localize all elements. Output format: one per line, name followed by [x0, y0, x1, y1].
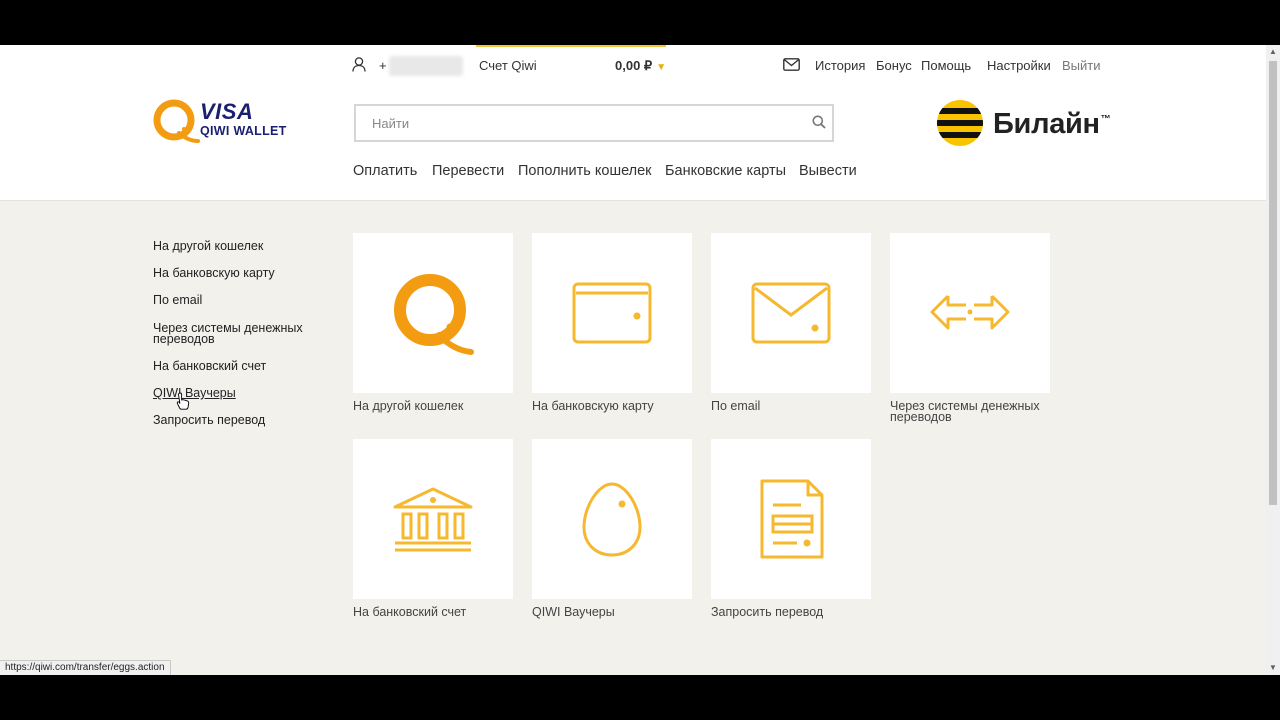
tile-label: На банковский счет [353, 605, 467, 619]
tile-box [532, 439, 692, 599]
masked-phone-number [389, 56, 463, 76]
bank-icon [393, 487, 473, 552]
search-input[interactable] [356, 106, 792, 140]
search-box [354, 104, 834, 142]
tab-transfer[interactable]: Перевести [432, 163, 504, 179]
envelope-icon [751, 282, 831, 344]
beeline-logo[interactable]: Билайн™ [936, 99, 1111, 149]
tile-label: По email [711, 399, 761, 413]
tile-wallet[interactable]: На другой кошелек [353, 233, 513, 412]
beeline-text: Билайн™ [993, 108, 1111, 140]
sidebar-item-wallet[interactable]: На другой кошелек [153, 240, 263, 253]
page-header: + Счет Qiwi 0,00 ₽ ▼ История Бонус Помощь… [0, 45, 1266, 317]
top-accent-line [476, 45, 666, 47]
tile-label: На другой кошелек [353, 399, 464, 413]
tile-email[interactable]: По email [711, 233, 871, 412]
tile-bank-card[interactable]: На банковскую карту [532, 233, 692, 412]
tile-label: QIWI Ваучеры [532, 605, 615, 619]
tab-topup[interactable]: Пополнить кошелек [518, 163, 652, 179]
link-settings[interactable]: Настройки [987, 58, 1051, 73]
tile-label: Запросить перевод [711, 605, 824, 619]
link-history[interactable]: История [815, 58, 865, 73]
exchange-arrows-icon [930, 294, 1010, 330]
caret-down-icon: ▼ [656, 62, 667, 73]
scroll-up-icon[interactable]: ▲ [1269, 47, 1277, 56]
tile-box [711, 439, 871, 599]
card-icon [572, 282, 652, 344]
top-bar: + Счет Qiwi 0,00 ₽ ▼ История Бонус Помощь… [0, 45, 1266, 87]
link-help[interactable]: Помощь [921, 58, 971, 73]
tile-label: Через системы денежных переводов [890, 399, 1040, 424]
egg-icon [582, 482, 642, 557]
tile-box [711, 233, 871, 393]
status-bar-url: https://qiwi.com/transfer/eggs.action [0, 660, 171, 675]
qiwi-logo-icon [394, 274, 474, 355]
link-bonus[interactable]: Бонус [876, 58, 912, 73]
user-icon[interactable] [352, 57, 366, 75]
sidebar-item-money-transfer-systems[interactable]: Через системы денежных переводов [153, 322, 313, 346]
sidebar-item-vouchers[interactable]: QIWI Ваучеры [153, 387, 236, 400]
tile-box [532, 233, 692, 393]
link-logout[interactable]: Выйти [1062, 58, 1101, 73]
sidebar-item-request-transfer[interactable]: Запросить перевод [153, 414, 265, 427]
beeline-ball-icon [937, 100, 983, 146]
qiwi-logo-icon [153, 99, 200, 143]
tile-money-transfer-systems[interactable]: Через системы денежных переводов [890, 233, 1050, 423]
tile-box [353, 439, 513, 599]
tile-bank-account[interactable]: На банковский счет [353, 439, 513, 618]
sidebar-item-email[interactable]: По email [153, 294, 202, 307]
tab-withdraw[interactable]: Вывести [799, 163, 857, 179]
visa-text: VISA [200, 99, 254, 124]
search-icon[interactable] [812, 115, 826, 134]
tab-pay[interactable]: Оплатить [353, 163, 417, 179]
sidebar-item-bank-card[interactable]: На банковскую карту [153, 267, 275, 280]
balance-value: 0,00 ₽ [615, 58, 653, 73]
mail-icon[interactable] [783, 58, 800, 74]
account-label[interactable]: Счет Qiwi [479, 58, 537, 73]
scrollbar-thumb[interactable] [1269, 61, 1277, 505]
tab-bank-cards[interactable]: Банковские карты [665, 163, 786, 179]
sidebar-item-bank-account[interactable]: На банковский счет [153, 360, 266, 373]
balance-dropdown[interactable]: 0,00 ₽ ▼ [615, 58, 666, 74]
tile-vouchers[interactable]: QIWI Ваучеры [532, 439, 692, 618]
document-icon [760, 479, 824, 559]
browser-viewport: + Счет Qiwi 0,00 ₽ ▼ История Бонус Помощь… [0, 45, 1280, 675]
tile-box [890, 233, 1050, 393]
phone-prefix: + [379, 58, 387, 73]
vertical-scrollbar[interactable]: ▲ ▼ [1266, 45, 1280, 675]
tile-box [353, 233, 513, 393]
scroll-down-icon[interactable]: ▼ [1269, 663, 1277, 672]
qiwi-wallet-logo[interactable]: VISA QIWI WALLET [152, 97, 292, 147]
tile-request-transfer[interactable]: Запросить перевод [711, 439, 871, 618]
tile-label: На банковскую карту [532, 399, 654, 413]
hand-cursor-icon [176, 392, 190, 415]
qiwi-wallet-text: QIWI WALLET [200, 124, 287, 138]
